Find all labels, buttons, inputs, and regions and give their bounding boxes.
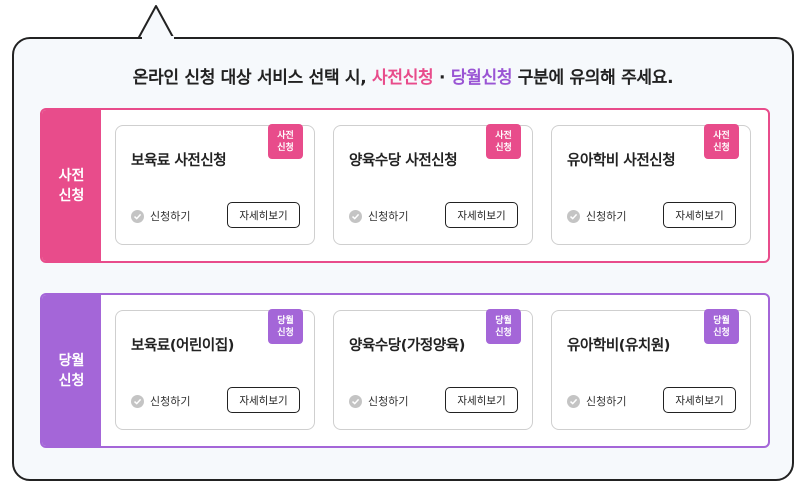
group-label-line1: 당월 xyxy=(58,352,85,369)
detail-button[interactable]: 자세히보기 xyxy=(445,202,518,228)
detail-button[interactable]: 자세히보기 xyxy=(227,387,300,413)
group-label-same-month: 당월 신청 xyxy=(42,295,101,446)
headline-text-2: 구분에 유의해 주세요. xyxy=(512,68,674,88)
pre-apply-tag: 사전 신청 xyxy=(486,124,521,159)
info-panel: 온라인 신청 대상 서비스 선택 시, 사전신청 · 당월신청 구분에 유의해 … xyxy=(12,36,794,481)
same-month-tag: 당월 신청 xyxy=(486,309,521,344)
group-label-line2: 신청 xyxy=(58,372,85,389)
detail-button[interactable]: 자세히보기 xyxy=(227,202,300,228)
apply-link[interactable]: 신청하기 xyxy=(349,393,408,409)
detail-button[interactable]: 자세히보기 xyxy=(445,387,518,413)
card-title: 유아학비(유치원) xyxy=(567,338,671,354)
group-label-line1: 사전 xyxy=(58,167,85,184)
service-card-parenting-pre: 양육수당 사전신청 사전 신청 신청하기 자세히보기 xyxy=(333,124,533,245)
check-circle-icon xyxy=(567,209,580,223)
headline-dot: · xyxy=(433,68,451,88)
pre-apply-tag: 사전 신청 xyxy=(268,124,303,159)
check-circle-icon xyxy=(567,394,580,408)
apply-label: 신청하기 xyxy=(586,210,627,223)
headline-pre-apply: 사전신청 xyxy=(372,68,434,88)
detail-button[interactable]: 자세히보기 xyxy=(663,387,736,413)
card-list: 보육료 사전신청 사전 신청 신청하기 자세히보기 양육수당 사전신청 사전 신청 … xyxy=(101,110,768,261)
same-month-application-group: 당월 신청 보육료(어린이집) 당월 신청 신청하기 자세히보기 양육수당(가정양… xyxy=(40,293,770,448)
check-circle-icon xyxy=(349,394,362,408)
group-label-line2: 신청 xyxy=(58,187,85,204)
card-title: 보육료 사전신청 xyxy=(131,153,227,169)
pointer-mask xyxy=(142,36,174,42)
check-circle-icon xyxy=(131,209,144,223)
card-title: 보육료(어린이집) xyxy=(131,338,235,354)
apply-link[interactable]: 신청하기 xyxy=(131,208,190,224)
apply-label: 신청하기 xyxy=(368,210,409,223)
apply-link[interactable]: 신청하기 xyxy=(567,208,626,224)
apply-label: 신청하기 xyxy=(586,395,627,408)
speech-bubble-pointer xyxy=(137,5,175,40)
apply-label: 신청하기 xyxy=(150,395,191,408)
card-title: 유아학비 사전신청 xyxy=(567,153,676,169)
group-label-pre: 사전 신청 xyxy=(42,110,101,261)
service-card-tuition-kindergarten: 유아학비(유치원) 당월 신청 신청하기 자세히보기 xyxy=(551,309,751,430)
check-circle-icon xyxy=(349,209,362,223)
apply-link[interactable]: 신청하기 xyxy=(349,208,408,224)
apply-link[interactable]: 신청하기 xyxy=(567,393,626,409)
same-month-tag: 당월 신청 xyxy=(704,309,739,344)
service-card-childcare-daycare: 보육료(어린이집) 당월 신청 신청하기 자세히보기 xyxy=(115,309,315,430)
check-circle-icon xyxy=(131,394,144,408)
service-card-childcare-pre: 보육료 사전신청 사전 신청 신청하기 자세히보기 xyxy=(115,124,315,245)
apply-label: 신청하기 xyxy=(368,395,409,408)
detail-button[interactable]: 자세히보기 xyxy=(663,202,736,228)
notice-headline: 온라인 신청 대상 서비스 선택 시, 사전신청 · 당월신청 구분에 유의해 … xyxy=(14,63,792,88)
service-card-parenting-home: 양육수당(가정양육) 당월 신청 신청하기 자세히보기 xyxy=(333,309,533,430)
headline-same-month: 당월신청 xyxy=(450,68,513,88)
apply-link[interactable]: 신청하기 xyxy=(131,393,190,409)
apply-label: 신청하기 xyxy=(150,210,191,223)
card-list: 보육료(어린이집) 당월 신청 신청하기 자세히보기 양육수당(가정양육) 당월 신… xyxy=(101,295,768,446)
same-month-tag: 당월 신청 xyxy=(268,309,303,344)
service-card-tuition-pre: 유아학비 사전신청 사전 신청 신청하기 자세히보기 xyxy=(551,124,751,245)
headline-text-1: 온라인 신청 대상 서비스 선택 시, xyxy=(132,68,373,88)
pre-apply-tag: 사전 신청 xyxy=(704,124,739,159)
pre-application-group: 사전 신청 보육료 사전신청 사전 신청 신청하기 자세히보기 양육수당 사전신청… xyxy=(40,108,770,263)
card-title: 양육수당 사전신청 xyxy=(349,153,458,169)
card-title: 양육수당(가정양육) xyxy=(349,338,465,354)
